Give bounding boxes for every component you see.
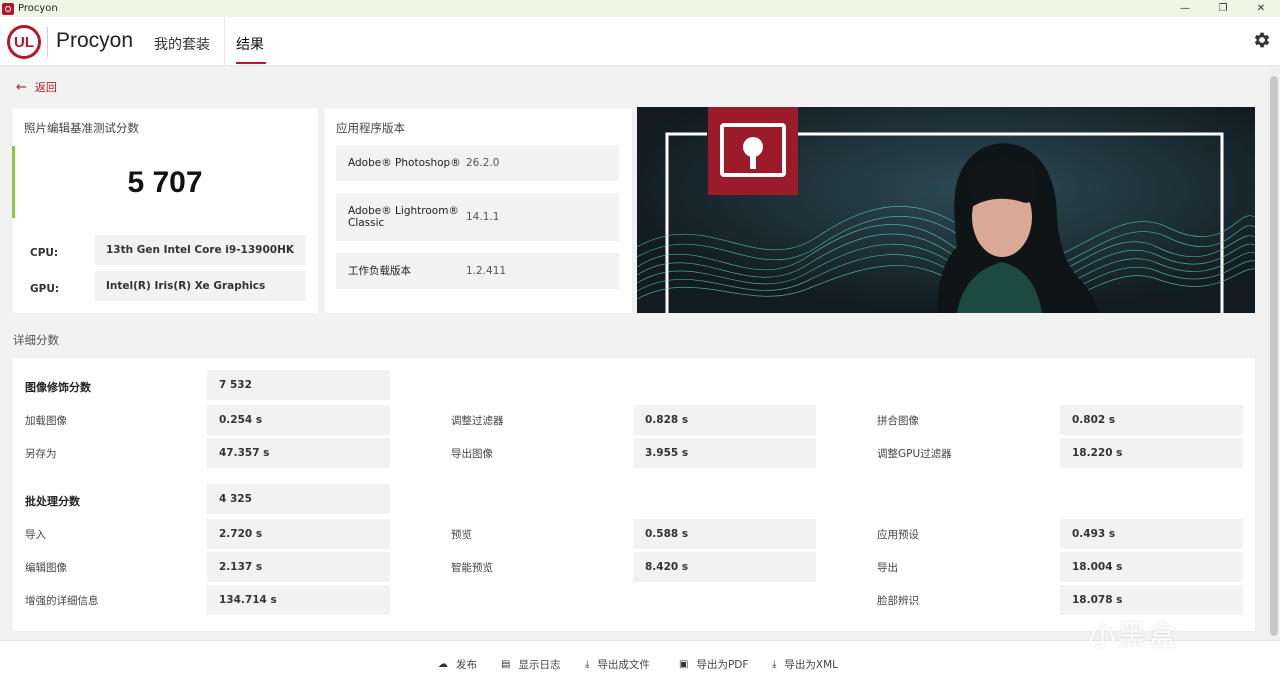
version-row: Adobe® Lightroom® Classic 14.1.1 bbox=[336, 193, 619, 241]
minimize-button[interactable]: — bbox=[1166, 0, 1204, 17]
metric-value: 0.828 s bbox=[633, 405, 816, 435]
metric-value: 2.137 s bbox=[207, 552, 390, 582]
download-icon: ⤓ bbox=[772, 659, 777, 670]
window-titlebar: Procyon — ❐ ✕ bbox=[0, 0, 1280, 17]
metric-label: 编辑图像 bbox=[25, 562, 67, 574]
show-log-button[interactable]: ▤ 显示日志 bbox=[501, 657, 560, 672]
close-button[interactable]: ✕ bbox=[1242, 0, 1280, 17]
metric-label: 调整GPU过滤器 bbox=[877, 448, 952, 460]
batch-score-value: 4 325 bbox=[207, 484, 390, 514]
vertical-scrollbar[interactable] bbox=[1268, 66, 1280, 640]
publish-button[interactable]: ☁ 发布 bbox=[438, 657, 477, 672]
metric-value: 0.254 s bbox=[207, 405, 390, 435]
metric-value: 47.357 s bbox=[207, 438, 390, 468]
versions-label: 应用程序版本 bbox=[336, 121, 405, 135]
app-header: UL Procyon 我的套装 结果 bbox=[0, 17, 1280, 66]
window-title: Procyon bbox=[18, 3, 58, 14]
hero-illustration bbox=[637, 107, 1255, 313]
nav-divider bbox=[224, 17, 225, 66]
metric-value: 18.220 s bbox=[1060, 438, 1243, 468]
version-app-name: Adobe® Lightroom® Classic bbox=[348, 205, 459, 229]
version-app-value: 14.1.1 bbox=[466, 211, 500, 223]
export-pdf-button[interactable]: ▣ 导出为PDF bbox=[679, 657, 748, 672]
metric-value: 8.420 s bbox=[633, 552, 816, 582]
procyon-app-icon bbox=[2, 2, 14, 15]
metric-label: 增强的详细信息 bbox=[25, 595, 99, 607]
version-app-value: 26.2.0 bbox=[466, 157, 500, 169]
cpu-value: 13th Gen Intel Core i9-13900HK bbox=[95, 235, 306, 265]
app-versions-card: 应用程序版本 Adobe® Photoshop® 26.2.0 Adobe® L… bbox=[324, 108, 632, 313]
cloud-upload-icon: ☁ bbox=[438, 659, 448, 670]
app-title: Procyon bbox=[56, 29, 134, 52]
metric-label: 预览 bbox=[451, 529, 472, 541]
show-log-label: 显示日志 bbox=[518, 659, 561, 671]
export-file-button[interactable]: ⤓ 导出成文件 bbox=[585, 657, 650, 672]
export-xml-label: 导出为XML bbox=[784, 659, 839, 671]
score-label: 照片编辑基准测试分数 bbox=[24, 121, 139, 135]
overall-score: 5 707 bbox=[127, 166, 203, 199]
metric-label: 导出 bbox=[877, 562, 898, 574]
logo-divider bbox=[47, 27, 48, 57]
metric-label: 另存为 bbox=[25, 448, 57, 460]
publish-label: 发布 bbox=[456, 659, 477, 671]
gear-icon[interactable] bbox=[1252, 30, 1272, 50]
detailed-scores-card: 图像修饰分数 7 532 加载图像 0.254 s 调整过滤器 0.828 s … bbox=[12, 358, 1255, 631]
ul-logo: UL bbox=[7, 25, 41, 59]
metric-label: 导入 bbox=[25, 529, 46, 541]
retouch-score-label: 图像修饰分数 bbox=[25, 381, 91, 394]
save-icon: ▣ bbox=[679, 659, 689, 670]
version-app-value: 1.2.411 bbox=[466, 265, 507, 277]
retouch-score-value: 7 532 bbox=[207, 370, 390, 400]
active-tab-indicator bbox=[236, 62, 266, 64]
version-row: 工作负载版本 1.2.411 bbox=[336, 253, 619, 289]
version-app-name: Adobe® Photoshop® bbox=[348, 157, 461, 169]
tab-my-suites[interactable]: 我的套装 bbox=[154, 34, 210, 54]
metric-value: 3.955 s bbox=[633, 438, 816, 468]
metric-value: 2.720 s bbox=[207, 519, 390, 549]
cpu-label: CPU: bbox=[30, 247, 59, 259]
download-icon: ⤓ bbox=[585, 659, 590, 670]
export-file-label: 导出成文件 bbox=[597, 659, 650, 671]
watermark: 小黑盒 bbox=[1088, 619, 1179, 652]
metric-value: 18.004 s bbox=[1060, 552, 1243, 582]
tab-results[interactable]: 结果 bbox=[236, 34, 264, 54]
version-app-name: 工作负载版本 bbox=[348, 265, 411, 277]
benchmark-hero-image bbox=[637, 107, 1255, 313]
metric-label: 调整过滤器 bbox=[451, 415, 504, 427]
export-pdf-label: 导出为PDF bbox=[696, 659, 749, 671]
metric-label: 导出图像 bbox=[451, 448, 493, 460]
metric-label: 拼合图像 bbox=[877, 415, 919, 427]
metric-label: 脸部辨识 bbox=[877, 595, 919, 607]
metric-value: 0.588 s bbox=[633, 519, 816, 549]
metric-label: 加载图像 bbox=[25, 415, 67, 427]
back-label: 返回 bbox=[34, 81, 57, 94]
gpu-label: GPU: bbox=[30, 283, 60, 295]
scrollbar-thumb[interactable] bbox=[1270, 76, 1278, 636]
details-title: 详细分数 bbox=[13, 333, 59, 347]
gpu-value: Intel(R) Iris(R) Xe Graphics bbox=[95, 271, 306, 301]
back-link[interactable]: ← 返回 bbox=[16, 79, 57, 95]
metric-value: 0.493 s bbox=[1060, 519, 1243, 549]
arrow-left-icon: ← bbox=[16, 79, 27, 95]
batch-score-label: 批处理分数 bbox=[25, 495, 80, 508]
version-row: Adobe® Photoshop® 26.2.0 bbox=[336, 145, 619, 181]
restore-button[interactable]: ❐ bbox=[1204, 0, 1242, 17]
metric-value: 134.714 s bbox=[207, 585, 390, 615]
document-icon: ▤ bbox=[501, 659, 511, 670]
export-xml-button[interactable]: ⤓ 导出为XML bbox=[772, 657, 838, 672]
metric-label: 智能预览 bbox=[451, 562, 493, 574]
metric-value: 0.802 s bbox=[1060, 405, 1243, 435]
metric-label: 应用预设 bbox=[877, 529, 919, 541]
metric-value: 18.078 s bbox=[1060, 585, 1243, 615]
benchmark-score-card: 照片编辑基准测试分数 5 707 CPU: 13th Gen Intel Cor… bbox=[12, 108, 318, 313]
